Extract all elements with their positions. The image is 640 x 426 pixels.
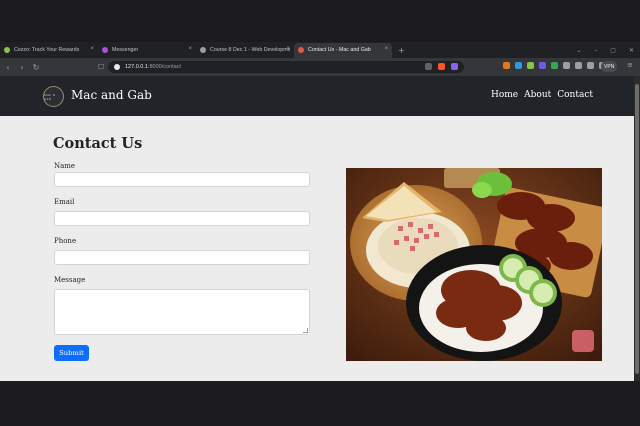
site-info-icon[interactable] (114, 64, 120, 70)
tab-title: Cezzo: Track Your Rewards (14, 47, 80, 53)
extension-icon[interactable] (515, 62, 522, 69)
tab-title: Course 8 Dec 1 - Web Developme... (210, 47, 290, 53)
minimize-button[interactable]: – (594, 47, 597, 54)
bookmark-icon[interactable]: ☐ (98, 63, 104, 71)
sidebar-icon[interactable] (587, 62, 594, 69)
phone-label: Phone (54, 237, 77, 245)
page-title: Contact Us (53, 135, 143, 152)
page-scrollbar[interactable] (634, 76, 640, 381)
tab-search-icon[interactable]: ⌄ (576, 47, 581, 54)
messenger-icon (102, 47, 108, 53)
close-icon[interactable]: × (90, 46, 94, 52)
tab-contact[interactable]: Contact Us - Mac and Gab × (294, 42, 392, 58)
nav-about[interactable]: About (524, 90, 551, 100)
vpn-button[interactable]: VPN (601, 61, 618, 72)
url-text[interactable]: 127.0.0.1:8000/contact (125, 64, 181, 70)
nav-home[interactable]: Home (491, 90, 518, 100)
screen: Cezzo: Track Your Rewards × Messenger × … (0, 0, 640, 426)
rewards-icon[interactable] (451, 63, 458, 70)
email-label: Email (54, 198, 75, 206)
share-icon[interactable] (425, 63, 432, 70)
back-icon[interactable]: ‹ (2, 63, 14, 72)
gear-icon (200, 47, 206, 53)
extensions-row (503, 62, 606, 69)
message-label: Message (54, 276, 86, 284)
site-navbar: MAC & GAB Mac and Gab Home About Contact (0, 76, 634, 116)
new-tab-button[interactable]: + (398, 46, 405, 55)
menu-icon[interactable]: ≡ (627, 61, 633, 69)
leaf-extension-icon[interactable] (527, 62, 534, 69)
submit-button[interactable]: Submit (54, 345, 89, 361)
logo-text: MAC & GAB (44, 92, 56, 101)
brand-name[interactable]: Mac and Gab (71, 88, 152, 102)
camera-icon[interactable] (563, 62, 570, 69)
forward-icon[interactable]: › (16, 63, 28, 72)
logo[interactable]: MAC & GAB (43, 86, 64, 107)
tab-title: Messenger (112, 47, 139, 53)
close-icon[interactable]: × (384, 46, 388, 52)
close-icon[interactable]: × (286, 46, 290, 52)
url-path: :8000/contact (147, 64, 181, 70)
name-label: Name (54, 162, 76, 170)
address-bar[interactable]: 127.0.0.1:8000/contact (108, 61, 464, 73)
phone-field[interactable] (54, 250, 310, 265)
address-bar-actions (425, 63, 458, 70)
tab-title: Contact Us - Mac and Gab (308, 47, 371, 53)
reload-icon[interactable]: ↻ (30, 63, 42, 72)
food-photo (346, 168, 602, 361)
metamask-icon[interactable] (503, 62, 510, 69)
name-field[interactable] (54, 172, 310, 187)
tab-cezzo[interactable]: Cezzo: Track Your Rewards × (0, 43, 98, 57)
grammar-icon[interactable] (551, 62, 558, 69)
email-field[interactable] (54, 211, 310, 226)
leaf-icon (4, 47, 10, 53)
brave-shield-icon[interactable] (438, 63, 445, 70)
maximize-button[interactable]: ▢ (610, 47, 616, 54)
scroll-thumb[interactable] (635, 84, 639, 374)
nav-contact[interactable]: Contact (557, 90, 593, 100)
close-icon[interactable]: × (188, 46, 192, 52)
site-favicon-icon (298, 47, 304, 53)
resize-handle-icon[interactable] (303, 328, 308, 333)
window-controls: ⌄ – ▢ ✕ (576, 42, 634, 58)
tab-course[interactable]: Course 8 Dec 1 - Web Developme... × (196, 43, 294, 57)
message-textarea[interactable] (54, 289, 310, 335)
url-host: 127.0.0.1 (125, 64, 148, 70)
puzzle-icon[interactable] (575, 62, 582, 69)
tab-strip: Cezzo: Track Your Rewards × Messenger × … (0, 42, 640, 58)
tab-messenger[interactable]: Messenger × (98, 43, 196, 57)
top-band (0, 0, 640, 42)
browser-toolbar: ‹ › ↻ ☐ 127.0.0.1:8000/contact VPN ≡ (0, 58, 640, 76)
nav-links: Home About Contact (491, 90, 593, 100)
extension-icon[interactable] (539, 62, 546, 69)
web-page: MAC & GAB Mac and Gab Home About Contact… (0, 76, 634, 381)
close-window-button[interactable]: ✕ (629, 47, 634, 54)
